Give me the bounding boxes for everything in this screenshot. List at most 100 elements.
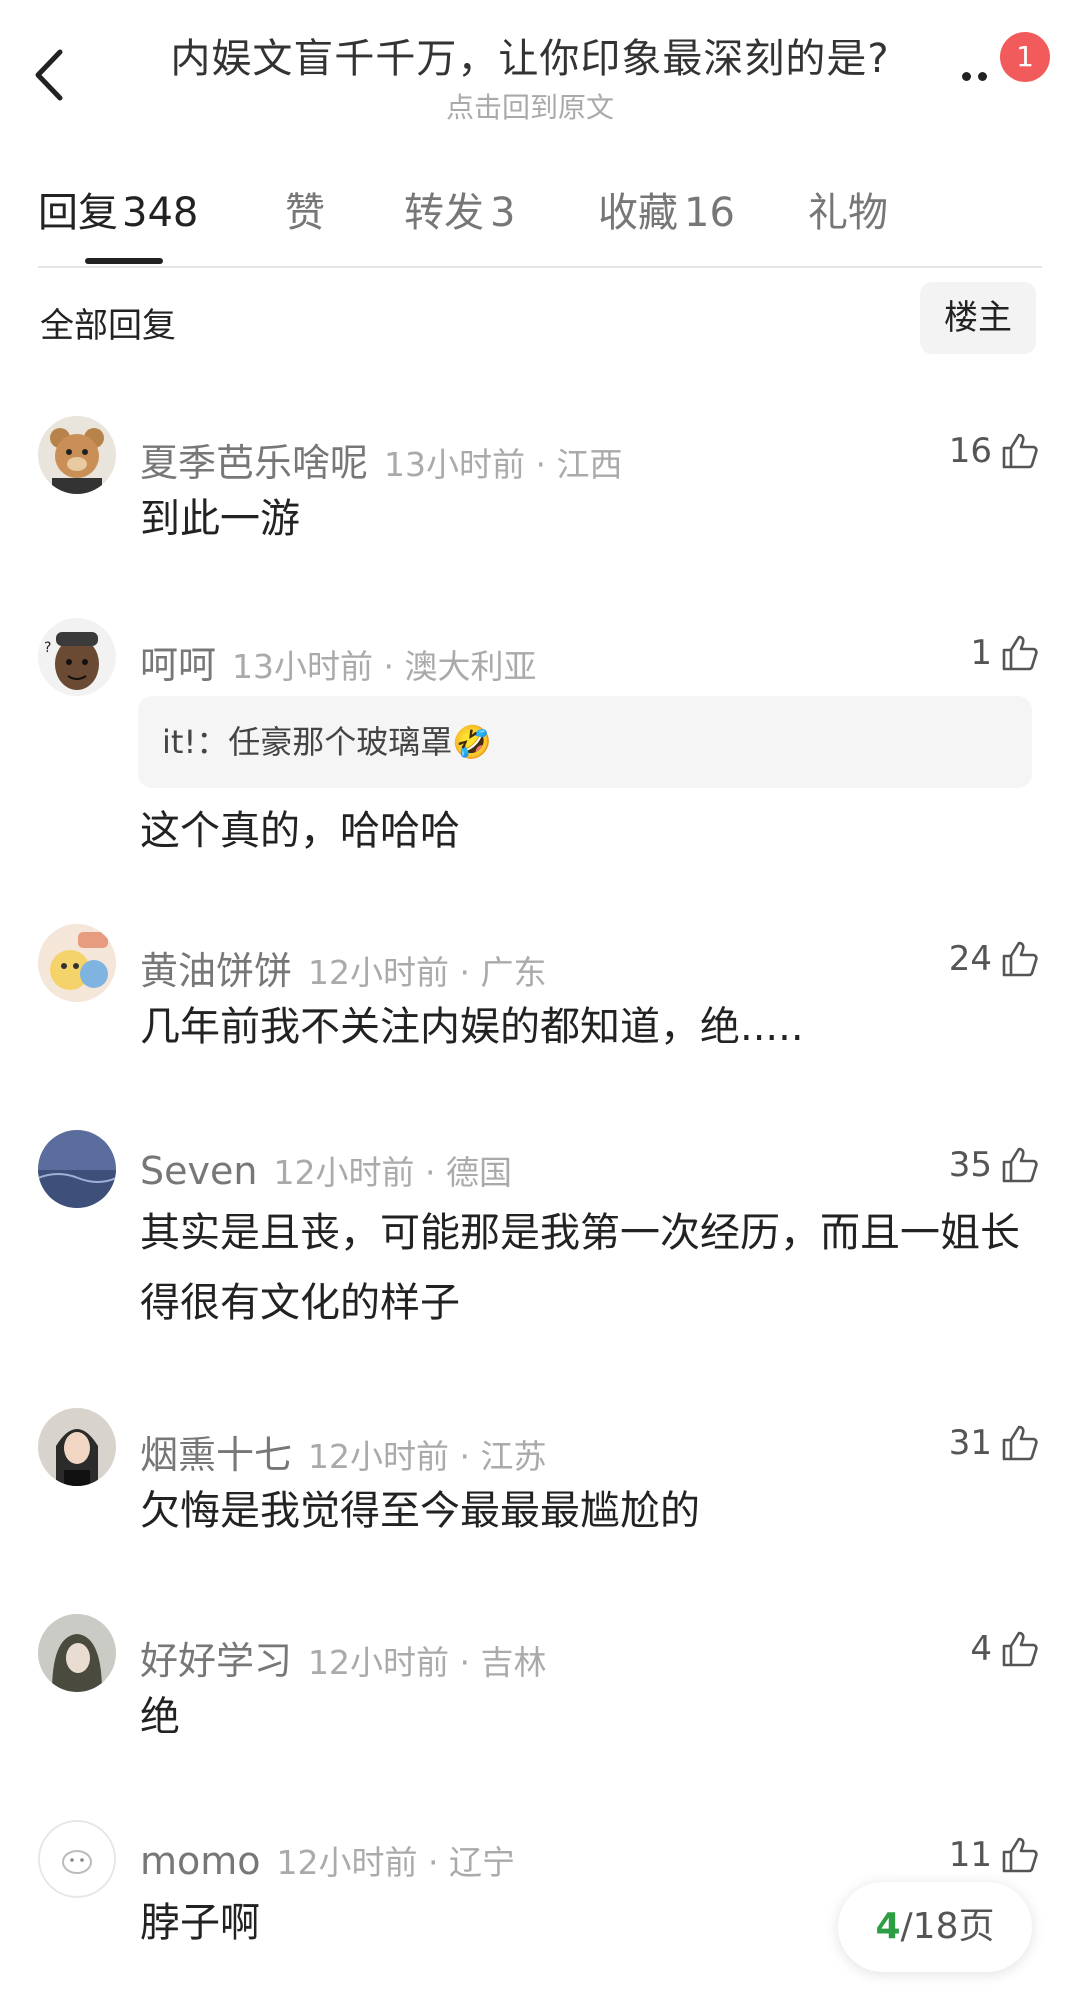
op-only-button[interactable]: 楼主 [920, 282, 1036, 354]
like-button[interactable]: 1 [970, 628, 1040, 678]
tab-count: 3 [490, 190, 516, 236]
page-indicator[interactable]: 4/18页 [838, 1882, 1032, 1972]
more-menu-button[interactable] [960, 60, 1000, 90]
like-count: 31 [948, 1423, 992, 1463]
avatar-image [38, 416, 116, 494]
avatar[interactable] [38, 416, 116, 494]
username[interactable]: 夏季芭乐啥呢 [140, 441, 368, 485]
tab-bar: 回复 348 赞 转发 3 收藏 16 礼物 [0, 170, 1080, 270]
comment-header: 烟熏十七 12小时前 · 江苏 [140, 1424, 547, 1479]
username[interactable]: 呵呵 [140, 643, 216, 687]
comment-meta: 13小时前 · 澳大利亚 [232, 647, 537, 686]
username[interactable]: 黄油饼饼 [140, 949, 292, 993]
comment-location: 辽宁 [449, 1843, 516, 1882]
comment-time: 13小时前 [384, 445, 526, 484]
like-count: 1 [970, 633, 992, 673]
more-dots-icon [962, 72, 971, 81]
like-button[interactable]: 35 [949, 1140, 1040, 1190]
avatar[interactable]: ? [38, 618, 116, 696]
back-button[interactable] [30, 40, 70, 110]
quoted-reply[interactable]: it!：任豪那个玻璃罩🤣 [138, 696, 1032, 788]
like-count: 16 [948, 431, 992, 471]
tab-gifts[interactable]: 礼物 [808, 180, 888, 238]
comment-text: 其实是且丧，可能那是我第一次经历，而且一姐长得很有文化的样子 [140, 1210, 1020, 1326]
meta-separator: · [383, 647, 395, 686]
active-tab-indicator [85, 258, 163, 264]
thumbs-up-icon [1002, 941, 1038, 977]
comment-location: 广东 [480, 953, 547, 992]
meta-separator: · [428, 1843, 439, 1882]
tab-count: 348 [122, 190, 199, 236]
avatar-image: ? [38, 618, 116, 696]
post-title[interactable]: 内娱文盲千千万，让你印象最深刻的是? [130, 26, 930, 84]
avatar[interactable] [38, 924, 116, 1002]
comment-header: 黄油饼饼 12小时前 · 广东 [140, 940, 547, 995]
notification-badge: 1 [1000, 32, 1050, 82]
comment-header: 夏季芭乐啥呢 13小时前 · 江西 [140, 432, 623, 487]
comment-meta: 13小时前 · 江西 [384, 445, 623, 484]
comment-text: 几年前我不关注内娱的都知道，绝..... [140, 1004, 804, 1050]
avatar-image [38, 1820, 116, 1898]
tab-label: 转发 [404, 190, 484, 236]
like-count: 4 [970, 1629, 992, 1669]
top-bar: 内娱文盲千千万，让你印象最深刻的是? 点击回到原文 1 [0, 0, 1080, 140]
username[interactable]: Seven [140, 1149, 257, 1193]
avatar[interactable] [38, 1820, 116, 1898]
avatar[interactable] [38, 1408, 116, 1486]
username[interactable]: momo [140, 1839, 261, 1883]
like-button[interactable]: 16 [949, 426, 1040, 476]
svg-text:?: ? [44, 640, 51, 656]
comment-meta: 12小时前 · 江苏 [308, 1437, 547, 1476]
thumbs-up-icon [1002, 635, 1038, 671]
comment-location: 吉林 [480, 1643, 547, 1682]
back-to-post-link[interactable]: 点击回到原文 [130, 86, 930, 126]
avatar[interactable] [38, 1130, 116, 1208]
meta-separator: · [535, 445, 547, 484]
comment-time: 13小时前 [232, 647, 374, 686]
avatar-image [38, 1130, 116, 1208]
thumbs-up-icon [1002, 1425, 1038, 1461]
like-count: 35 [948, 1145, 992, 1185]
tab-label: 赞 [285, 190, 325, 236]
tab-label: 回复 [38, 190, 118, 236]
username[interactable]: 好好学习 [140, 1639, 292, 1683]
comment-time: 12小时前 [273, 1153, 415, 1192]
tab-replies[interactable]: 回复 348 [38, 180, 198, 238]
avatar-image [38, 1408, 116, 1486]
meta-separator: · [459, 1437, 471, 1476]
comment-meta: 12小时前 · 辽宁 [277, 1843, 516, 1882]
comment-meta: 12小时前 · 德国 [273, 1153, 512, 1192]
like-button[interactable]: 4 [970, 1624, 1040, 1674]
comment-location: 江西 [556, 445, 623, 484]
comment-time: 12小时前 [276, 1843, 418, 1882]
avatar-image [38, 924, 116, 1002]
like-count: 11 [948, 1835, 992, 1875]
thumbs-up-icon [1002, 1837, 1038, 1873]
more-dots-icon-2 [978, 72, 987, 81]
comment-header: 呵呵 13小时前 · 澳大利亚 [140, 634, 537, 689]
like-button[interactable]: 31 [949, 1418, 1040, 1468]
tab-label: 礼物 [808, 190, 888, 236]
like-count: 24 [948, 939, 992, 979]
comment-page: 内娱文盲千千万，让你印象最深刻的是? 点击回到原文 1 回复 348 赞 转发 3 … [0, 0, 1080, 2008]
all-replies-filter[interactable]: 全部回复 [40, 298, 176, 347]
comment-text: 到此一游 [140, 496, 300, 542]
tab-reposts[interactable]: 转发 3 [404, 180, 515, 238]
total-pages: /18页 [900, 1906, 995, 1947]
username[interactable]: 烟熏十七 [140, 1433, 292, 1477]
comment-location: 江苏 [480, 1437, 547, 1476]
comment-location: 澳大利亚 [404, 647, 537, 686]
thumbs-up-icon [1002, 433, 1038, 469]
comment-meta: 12小时前 · 吉林 [308, 1643, 547, 1682]
comment-time: 12小时前 [308, 1437, 450, 1476]
comment-header: momo 12小时前 · 辽宁 [140, 1836, 515, 1884]
tab-favorites[interactable]: 收藏 16 [598, 180, 735, 238]
avatar[interactable] [38, 1614, 116, 1692]
tab-likes[interactable]: 赞 [285, 180, 325, 238]
comment-text: 绝 [140, 1694, 180, 1740]
tab-label: 收藏 [598, 190, 678, 236]
like-button[interactable]: 24 [949, 934, 1040, 984]
comment-text: 欠悔是我觉得至今最最最尴尬的 [140, 1488, 700, 1534]
like-button[interactable]: 11 [949, 1830, 1040, 1880]
comment-meta: 12小时前 · 广东 [308, 953, 547, 992]
